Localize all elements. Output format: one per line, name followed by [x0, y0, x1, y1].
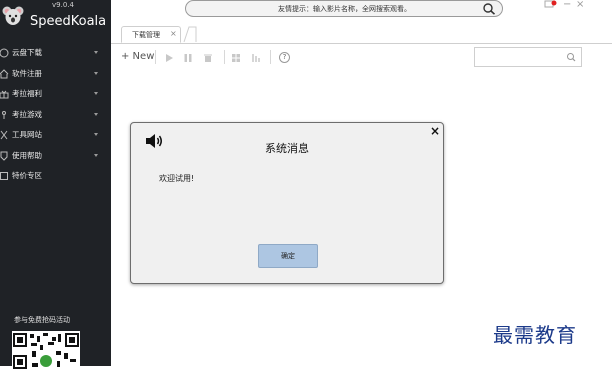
tab-close-button[interactable]: × [170, 29, 177, 38]
tab-label: 下载管理 [132, 31, 160, 39]
sidebar-item-help[interactable]: 使用帮助 [0, 146, 111, 167]
sort-icon[interactable] [251, 53, 261, 63]
search-icon[interactable] [482, 3, 496, 15]
sidebar: v9.0.4 SpeedKoala 云盘下载 软件注册 考拉福利 考拉游戏 工具… [0, 0, 111, 371]
promo-text: 参与免费抢码活动 [14, 316, 70, 324]
sidebar-item-register[interactable]: 软件注册 [0, 64, 111, 85]
dialog-message: 欢迎试用! [159, 174, 195, 183]
chevron-down-icon [94, 51, 98, 54]
dialog-title: 系统消息 [265, 142, 309, 155]
sidebar-item-cloud-download[interactable]: 云盘下载 [0, 43, 111, 64]
sidebar-item-label: 考拉游戏 [12, 109, 42, 119]
cloud-icon [0, 48, 9, 58]
task-filter-input[interactable] [474, 47, 582, 67]
sidebar-item-special[interactable]: 特价专区 [0, 166, 111, 187]
help-icon [0, 151, 8, 161]
sidebar-item-games[interactable]: 考拉游戏 [0, 105, 111, 126]
tools-icon [0, 130, 8, 140]
sidebar-nav: 云盘下载 软件注册 考拉福利 考拉游戏 工具网站 使用帮助 特价专区 [0, 43, 111, 187]
play-icon[interactable] [164, 53, 174, 63]
help-button[interactable]: ? [279, 52, 290, 63]
dialog-close-button[interactable]: × [430, 124, 440, 138]
logo-area: v9.0.4 SpeedKoala [0, 0, 111, 42]
system-message-dialog: 系统消息 × 欢迎试用! 确定 [130, 122, 444, 284]
sidebar-item-label: 使用帮助 [12, 150, 42, 160]
close-window-button[interactable]: × [576, 0, 584, 10]
search-icon[interactable] [566, 52, 576, 62]
global-search-placeholder: 友情提示：输入影片名称，全网搜索观看。 [278, 5, 411, 13]
watermark-text: 最需教育 [493, 323, 577, 347]
pause-icon[interactable] [183, 53, 193, 63]
grid-view-icon[interactable] [231, 53, 241, 63]
sidebar-item-label: 考拉福利 [12, 89, 42, 98]
confirm-button[interactable]: 确定 [258, 244, 318, 268]
sidebar-item-label: 特价专区 [12, 171, 42, 180]
tag-icon [0, 172, 8, 180]
sidebar-item-label: 云盘下载 [12, 48, 42, 57]
sidebar-item-label: 软件注册 [12, 68, 42, 78]
new-task-button[interactable]: + New [121, 51, 154, 62]
notification-icon[interactable] [544, 0, 558, 12]
game-icon [2, 110, 6, 119]
chevron-down-icon [94, 133, 98, 136]
app-version: v9.0.4 [52, 1, 74, 9]
tab-strip: 下载管理 × [111, 24, 612, 44]
toolbar-divider [224, 50, 225, 64]
koala-logo-icon [2, 6, 24, 25]
home-icon [0, 68, 9, 78]
chevron-down-icon [94, 92, 98, 95]
app-brand: SpeedKoala [30, 14, 107, 29]
qr-code-icon[interactable] [12, 331, 80, 371]
sidebar-item-tools[interactable]: 工具网站 [0, 125, 111, 146]
delete-icon[interactable] [203, 53, 213, 63]
gift-icon [0, 90, 9, 99]
global-search-bar[interactable]: 友情提示：输入影片名称，全网搜索观看。 [185, 0, 503, 17]
minimize-button[interactable]: − [563, 0, 571, 10]
toolbar-divider [155, 50, 156, 64]
sidebar-item-label: 工具网站 [12, 130, 42, 139]
sidebar-item-welfare[interactable]: 考拉福利 [0, 84, 111, 105]
tab-download-manager[interactable]: 下载管理 × [121, 26, 181, 43]
toolbar-divider [270, 50, 271, 64]
new-tab-icon[interactable] [183, 26, 197, 42]
chevron-down-icon [94, 112, 98, 116]
chevron-down-icon [94, 71, 98, 75]
chevron-down-icon [94, 153, 98, 157]
